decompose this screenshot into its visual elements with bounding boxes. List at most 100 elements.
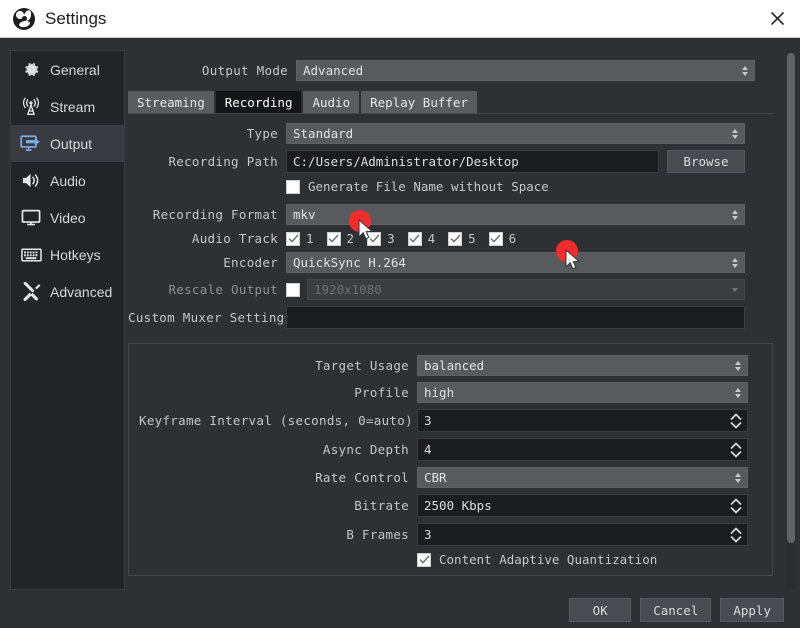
type-row: Type Standard xyxy=(128,123,773,144)
recording-path-value: C:/Users/Administrator/Desktop xyxy=(293,154,519,169)
monitor-icon xyxy=(19,207,43,229)
stepper-icon[interactable] xyxy=(728,495,744,516)
rescale-output-checkbox[interactable] xyxy=(286,282,300,297)
async-depth-input[interactable]: 4 xyxy=(417,438,748,461)
sidebar-item-hotkeys[interactable]: Hotkeys xyxy=(11,236,124,273)
target-usage-label: Target Usage xyxy=(315,358,409,373)
window-body: General Stream Output Audio Video Hotkey… xyxy=(0,38,800,628)
tab-streaming[interactable]: Streaming xyxy=(128,91,214,113)
caq-label: Content Adaptive Quantization xyxy=(439,552,658,567)
profile-select[interactable]: high xyxy=(417,382,748,403)
chevron-updown-icon xyxy=(731,468,745,487)
audio-track-6: 6 xyxy=(488,231,516,246)
sidebar-item-advanced[interactable]: Advanced xyxy=(11,273,124,310)
recording-format-select[interactable]: mkv xyxy=(286,204,745,225)
sidebar-item-stream[interactable]: Stream xyxy=(11,88,124,125)
type-select[interactable]: Standard xyxy=(286,123,745,144)
keyframe-interval-label: Keyframe Interval (seconds, 0=auto) xyxy=(139,413,413,428)
output-mode-select[interactable]: Advanced xyxy=(296,60,755,81)
rescale-output-row: Rescale Output 1920x1080 xyxy=(128,279,773,300)
recording-path-row: Recording Path C:/Users/Administrator/De… xyxy=(128,150,773,173)
window-title: Settings xyxy=(45,8,107,28)
keyframe-interval-value: 3 xyxy=(424,413,432,428)
output-tabs: Streaming Recording Audio Replay Buffer xyxy=(128,89,773,114)
ok-button[interactable]: OK xyxy=(569,598,632,622)
custom-muxer-label: Custom Muxer Settings xyxy=(128,310,293,325)
audio-track-3-number: 3 xyxy=(387,231,395,246)
generate-file-name-label: Generate File Name without Space xyxy=(308,179,549,194)
browse-button[interactable]: Browse xyxy=(667,150,745,173)
settings-window: Settings General Stream Output Audio Vid… xyxy=(0,0,800,628)
audio-track-4: 4 xyxy=(407,231,436,246)
chevron-updown-icon xyxy=(728,124,742,143)
apply-button[interactable]: Apply xyxy=(720,598,784,622)
tab-audio[interactable]: Audio xyxy=(303,91,360,113)
async-depth-value: 4 xyxy=(424,442,432,457)
chevron-updown-icon xyxy=(731,356,745,375)
cancel-button[interactable]: Cancel xyxy=(640,598,712,622)
obs-logo-icon xyxy=(13,7,35,30)
rescale-output-value: 1920x1080 xyxy=(314,282,382,297)
audio-track-1-checkbox[interactable] xyxy=(286,231,300,246)
gear-icon xyxy=(19,59,43,81)
sidebar-item-output[interactable]: Output xyxy=(11,125,124,162)
tab-recording[interactable]: Recording xyxy=(215,91,302,113)
chevron-updown-icon xyxy=(731,383,745,402)
stepper-icon[interactable] xyxy=(728,439,744,460)
encoder-row: Encoder QuickSync H.264 xyxy=(128,252,773,273)
bitrate-label: Bitrate xyxy=(354,498,409,513)
bitrate-value: 2500 Kbps xyxy=(424,498,492,513)
bitrate-input[interactable]: 2500 Kbps xyxy=(417,494,748,517)
audio-track-4-checkbox[interactable] xyxy=(407,231,422,246)
target-usage-row: Target Usage balanced xyxy=(139,355,762,376)
chevron-updown-icon xyxy=(738,61,752,80)
type-label: Type xyxy=(246,126,278,141)
stepper-icon[interactable] xyxy=(728,524,744,545)
stepper-icon[interactable] xyxy=(728,410,744,431)
recording-format-label: Recording Format xyxy=(152,207,278,222)
output-icon xyxy=(19,133,43,155)
b-frames-label: B Frames xyxy=(346,527,409,542)
tab-replay-buffer[interactable]: Replay Buffer xyxy=(361,91,477,113)
audio-track-4-number: 4 xyxy=(427,231,436,246)
broadcast-icon xyxy=(19,96,43,118)
recording-path-input[interactable]: C:/Users/Administrator/Desktop xyxy=(286,150,659,173)
profile-row: Profile high xyxy=(139,382,762,403)
chevron-updown-icon xyxy=(728,205,742,224)
generate-file-name-checkbox[interactable] xyxy=(286,179,300,194)
settings-sidebar: General Stream Output Audio Video Hotkey… xyxy=(10,50,125,590)
recording-path-label: Recording Path xyxy=(168,154,278,169)
sidebar-item-audio[interactable]: Audio xyxy=(11,162,124,199)
rate-control-select[interactable]: CBR xyxy=(417,467,748,488)
chevron-down-icon xyxy=(728,280,742,299)
audio-track-3: 3 xyxy=(367,231,395,246)
sidebar-item-video[interactable]: Video xyxy=(11,199,124,236)
encoder-select[interactable]: QuickSync H.264 xyxy=(286,252,745,273)
rescale-output-label: Rescale Output xyxy=(168,282,278,297)
close-icon[interactable] xyxy=(754,0,800,37)
audio-track-3-checkbox[interactable] xyxy=(367,231,382,246)
async-depth-row: Async Depth 4 xyxy=(139,438,762,461)
audio-track-5-number: 5 xyxy=(468,231,476,246)
caq-checkbox[interactable] xyxy=(417,552,431,567)
keyframe-interval-input[interactable]: 3 xyxy=(417,409,748,432)
sidebar-item-label: Audio xyxy=(50,172,86,189)
b-frames-input[interactable]: 3 xyxy=(417,523,748,546)
output-mode-label: Output Mode xyxy=(201,63,288,78)
encoder-value: QuickSync H.264 xyxy=(293,255,406,270)
keyframe-interval-row: Keyframe Interval (seconds, 0=auto) 3 xyxy=(139,409,762,432)
audio-track-2-checkbox[interactable] xyxy=(326,231,341,246)
custom-muxer-input[interactable] xyxy=(286,306,745,329)
sidebar-item-general[interactable]: General xyxy=(11,51,124,88)
audio-track-5-checkbox[interactable] xyxy=(448,231,463,246)
main-scrollbar[interactable] xyxy=(786,50,796,590)
recording-format-row: Recording Format mkv xyxy=(128,204,773,225)
speaker-icon xyxy=(19,170,43,192)
chevron-updown-icon xyxy=(728,253,742,272)
output-mode-value: Advanced xyxy=(303,63,364,78)
dialog-buttons: OK Cancel Apply xyxy=(569,598,784,622)
audio-track-6-checkbox[interactable] xyxy=(488,231,503,246)
scrollbar-thumb[interactable] xyxy=(787,53,795,543)
audio-track-2: 2 xyxy=(326,231,354,246)
target-usage-select[interactable]: balanced xyxy=(417,355,748,376)
